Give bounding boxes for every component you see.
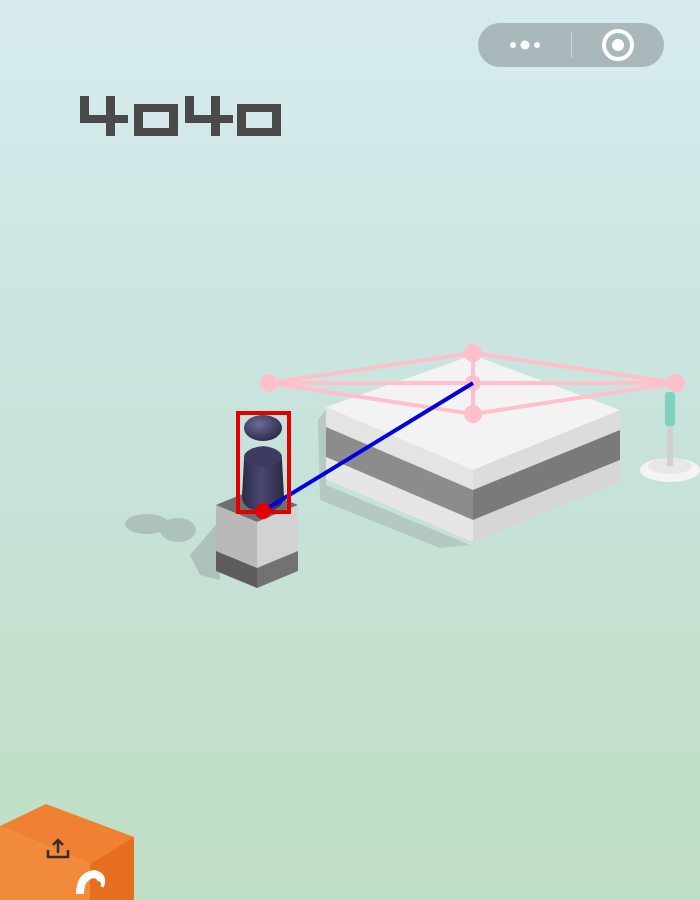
menu-capsule [478, 23, 664, 67]
score-display: 4040 [78, 86, 284, 146]
score-digits [80, 96, 281, 136]
player-origin-marker [255, 503, 271, 519]
player-shadow [125, 514, 220, 580]
more-button[interactable] [478, 23, 571, 67]
lamp-post [640, 392, 700, 482]
share-button[interactable] [0, 804, 136, 900]
target-close-icon [602, 29, 634, 61]
share-tile-cube [0, 804, 134, 900]
more-dots-icon [509, 40, 540, 50]
close-button[interactable] [572, 23, 664, 67]
player-piece [242, 415, 284, 512]
